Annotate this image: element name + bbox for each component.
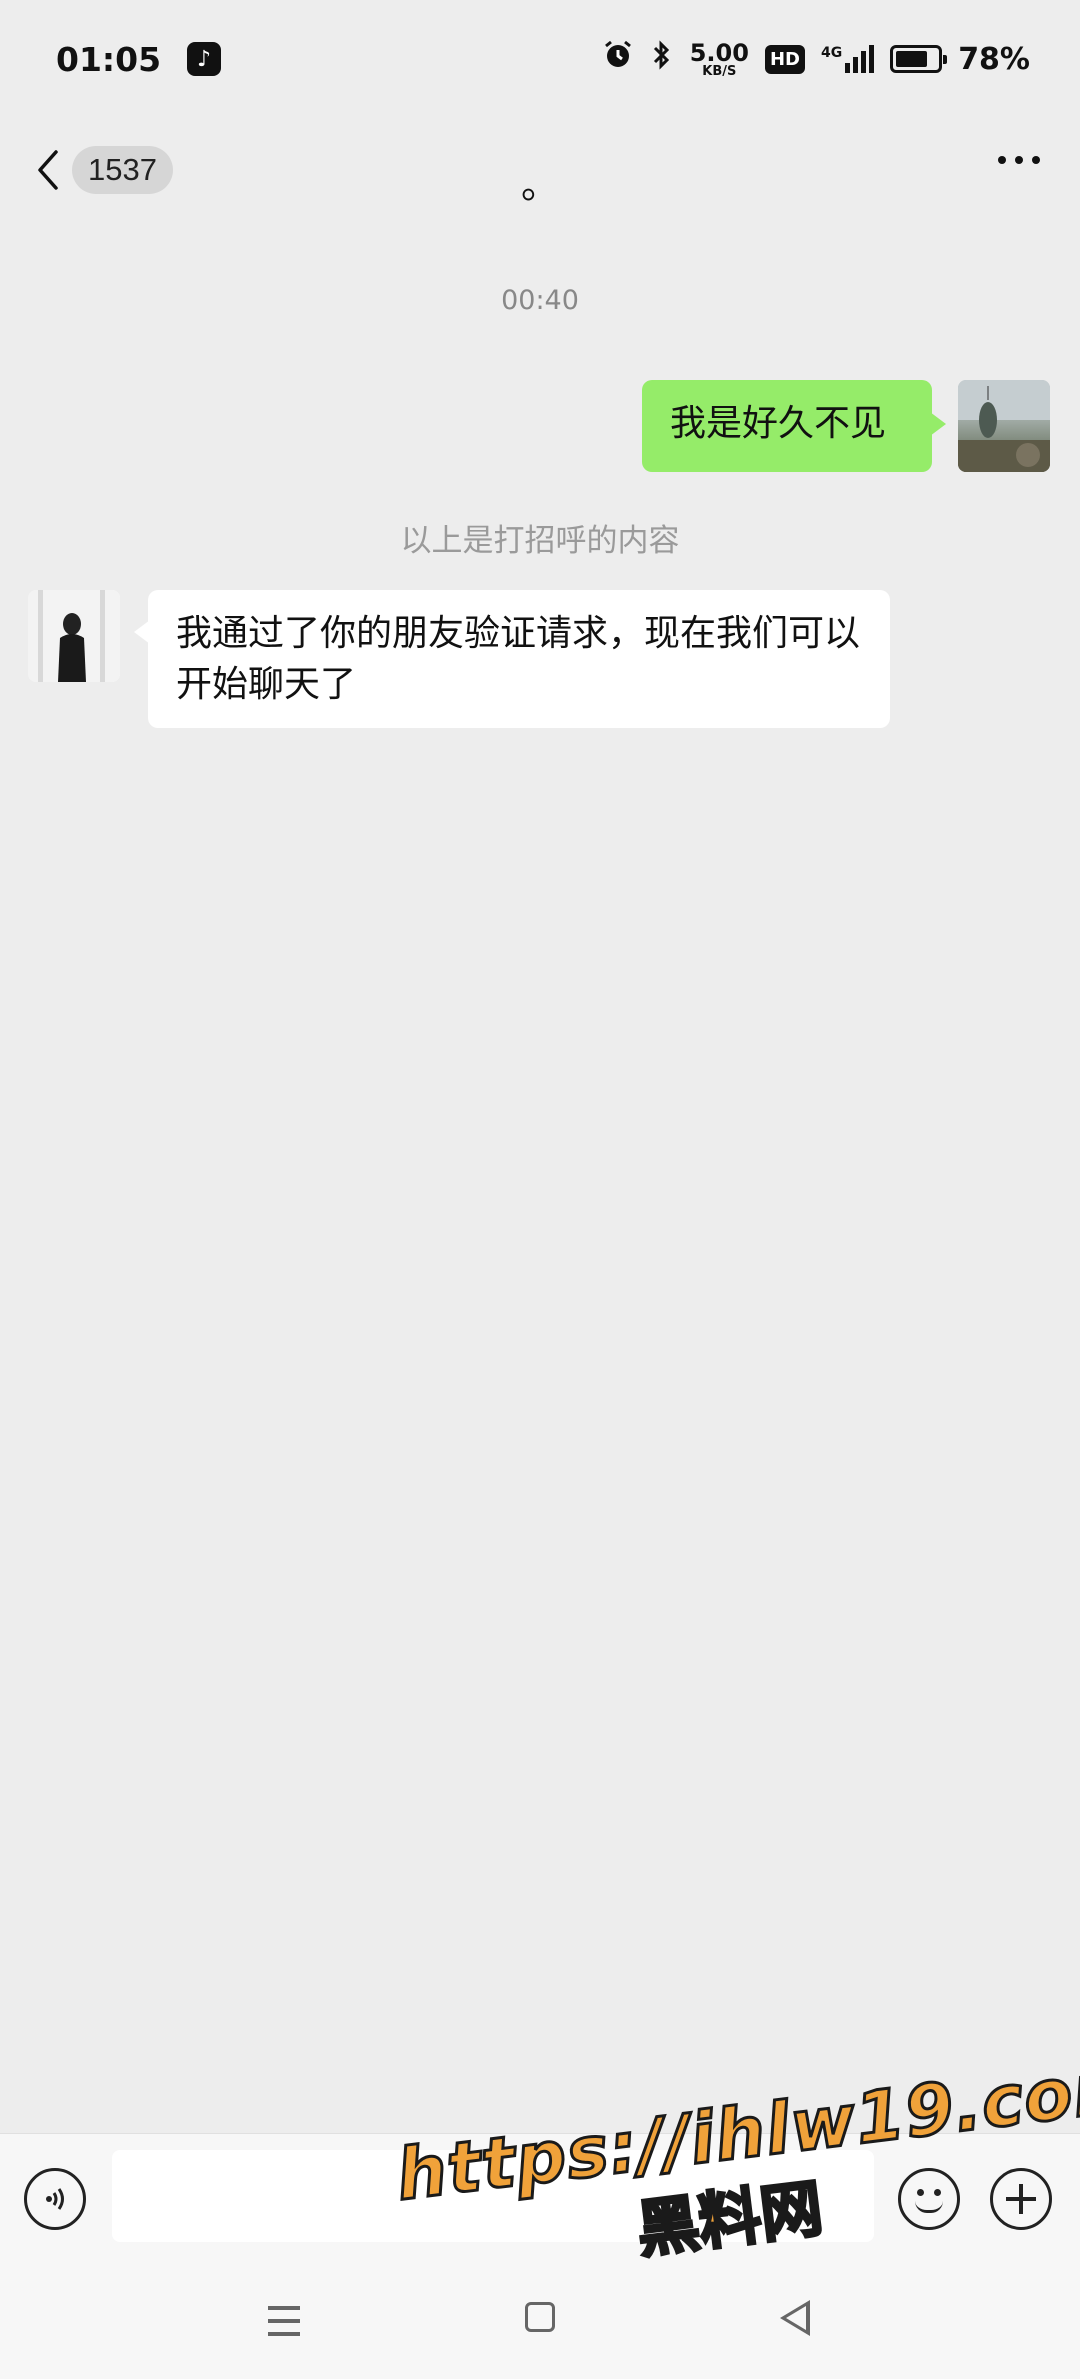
signal-type-label: 4G [820,45,843,61]
menu-line-icon [268,2319,300,2323]
system-navigation-bar [0,2258,1080,2379]
message-input-bar [0,2133,1080,2259]
chat-screen: 01:05 ♪ 5.00 KB/S HD 4G 78% 1537 。 00:40… [0,0,1080,2379]
menu-line-icon [268,2306,300,2310]
hd-badge: HD [764,44,805,74]
my-avatar[interactable] [958,380,1050,472]
home-button[interactable] [525,2302,555,2332]
more-dot-icon [1015,156,1023,164]
more-dot-icon [998,156,1006,164]
recent-apps-button[interactable] [268,2306,300,2345]
network-speed-value: 5.00 [689,38,749,67]
network-speed-unit: KB/S [702,63,737,79]
bluetooth-icon [650,39,674,79]
message-timestamp: 00:40 [501,285,579,316]
fish-photo-icon [958,380,1050,472]
voice-icon [46,2188,64,2210]
cell-signal-icon: 4G [820,45,875,73]
more-functions-button[interactable] [990,2168,1052,2230]
battery-fill [896,51,928,67]
sent-message-bubble[interactable]: 我是好久不见 [642,380,946,472]
battery-icon [890,45,948,73]
status-bar-right: 5.00 KB/S HD 4G 78% [602,39,1030,79]
status-time: 01:05 [56,39,162,79]
voice-input-button[interactable] [24,2168,86,2230]
message-input[interactable] [112,2150,874,2242]
system-back-button[interactable] [780,2300,810,2336]
alarm-icon [602,39,634,79]
greeting-system-note: 以上是打招呼的内容 [400,523,680,559]
menu-line-icon [268,2332,300,2336]
contact-photo-icon [28,590,120,682]
status-bar: 01:05 ♪ 5.00 KB/S HD 4G 78% [0,0,1080,118]
chat-header: 1537 。 [0,118,1080,230]
contact-avatar[interactable] [28,590,120,682]
tiktok-icon: ♪ [187,42,222,76]
status-bar-left: 01:05 ♪ [56,39,222,79]
emoji-button[interactable] [898,2168,960,2230]
received-message-bubble[interactable]: 我通过了你的朋友验证请求，现在我们可以开始聊天了 [134,590,890,728]
more-dot-icon [1032,156,1040,164]
chat-title: 。 [520,163,559,207]
network-speed: 5.00 KB/S [690,41,749,78]
battery-percent: 78% [958,41,1030,77]
emoji-icon [915,2201,943,2213]
more-options-button[interactable] [998,156,1040,164]
